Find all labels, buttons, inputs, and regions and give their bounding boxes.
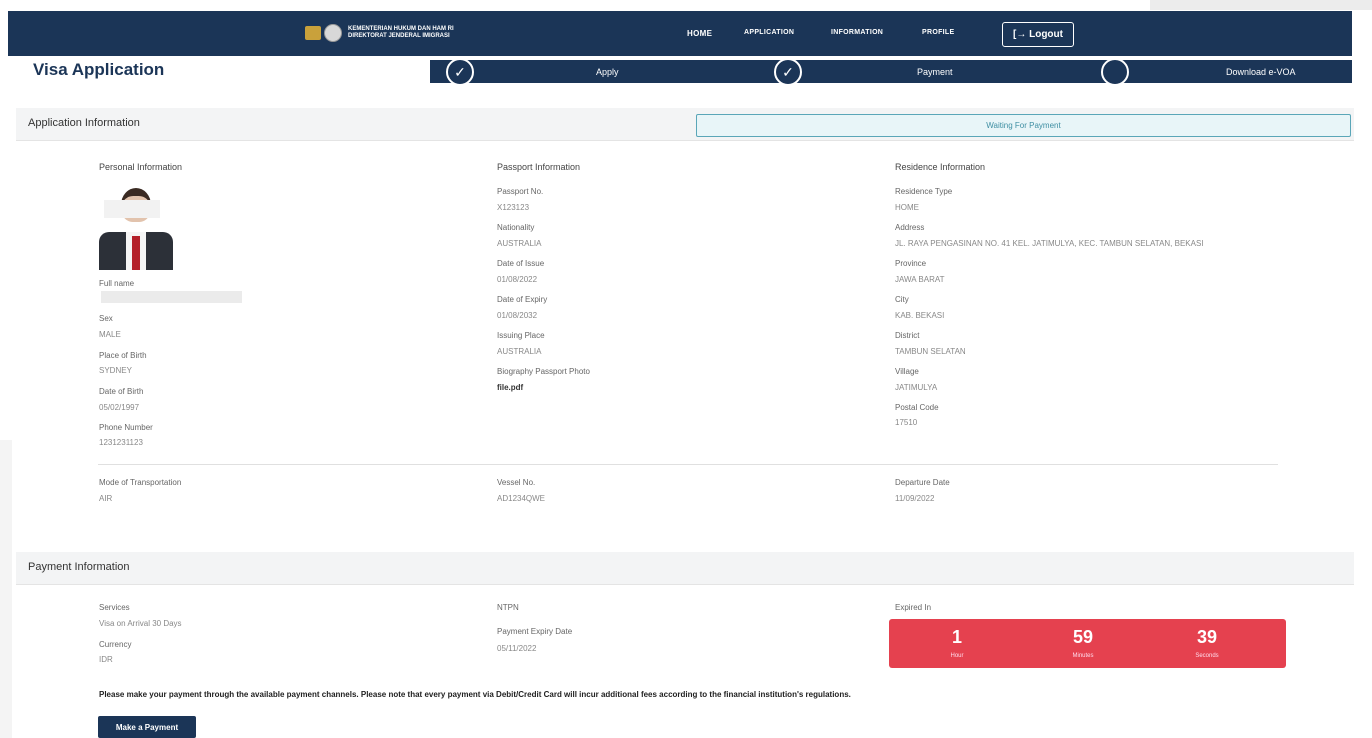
passport-no-value: X123123 [497,203,530,212]
transport-mode-label: Mode of Transportation [99,478,182,487]
step-payment-label: Payment [917,67,953,77]
expiry-date-value: 01/08/2032 [497,311,538,320]
timer-hours-unit: Hour [950,653,964,659]
nationality-label: Nationality [497,223,535,232]
payment-section-header: Payment Information [16,552,1354,585]
corner-box [1150,0,1372,10]
ministry-logo[interactable]: KEMENTERIAN HUKUM DAN HAM RI DIREKTORAT … [305,24,454,42]
garuda-emblem-icon [305,26,321,40]
residence-type-label: Residence Type [895,187,953,196]
applicant-photo [99,186,173,270]
nav-profile[interactable]: PROFILE [922,29,954,36]
residence-heading: Residence Information [895,162,986,172]
timer-hours: 1 [951,627,962,647]
village-value: JATIMULYA [895,383,938,392]
city-value: KAB. BEKASI [895,311,945,320]
countdown-timer: 1 Hour 59 Minutes 39 Seconds [889,619,1286,668]
issuing-place-value: AUSTRALIA [497,347,542,356]
transport-mode-value: AIR [99,494,113,503]
expiry-date-label: Date of Expiry [497,295,548,304]
full-name-label: Full name [99,279,135,288]
logout-button[interactable]: [→ Logout [1002,22,1074,47]
personal-heading: Personal Information [99,162,183,172]
issue-date-value: 01/08/2022 [497,275,538,284]
residence-type-value: HOME [895,203,919,212]
issuing-place-label: Issuing Place [497,331,545,340]
passport-photo-label: Biography Passport Photo [497,367,590,376]
sex-value: MALE [99,330,121,339]
timer-seconds: 39 [1196,627,1218,647]
province-value: JAWA BARAT [895,275,945,284]
currency-value: IDR [99,655,113,664]
passport-no-label: Passport No. [497,187,544,196]
section-divider [98,464,1278,465]
top-nav-bar [8,11,1352,56]
district-label: District [895,331,920,340]
postal-code-value: 17510 [895,418,918,427]
make-payment-button[interactable]: Make a Payment [98,716,196,738]
departure-date-label: Departure Date [895,478,950,487]
services-value: Visa on Arrival 30 Days [99,619,182,628]
city-label: City [895,295,909,304]
address-label: Address [895,223,925,232]
dob-value: 05/02/1997 [99,403,140,412]
sex-label: Sex [99,314,113,323]
step-apply-label: Apply [596,67,619,77]
org-name-line1: KEMENTERIAN HUKUM DAN HAM RI [348,26,454,32]
org-name-line2: DIREKTORAT JENDERAL IMIGRASI [348,33,450,39]
timer-seconds-unit: Seconds [1195,653,1219,659]
payment-note: Please make your payment through the ava… [99,690,851,699]
services-label: Services [99,603,130,612]
full-name-redacted [101,291,242,303]
nationality-value: AUSTRALIA [497,239,542,248]
payment-expiry-value: 05/11/2022 [497,644,537,653]
immigration-seal-icon [324,24,342,42]
step-payment-check-icon: ✓ [774,58,802,86]
step-download-label: Download e-VOA [1226,67,1296,77]
expired-in-label: Expired In [895,603,932,612]
application-section-title: Application Information [28,117,140,129]
payment-expiry-label: Payment Expiry Date [497,627,573,636]
step-apply-check-icon: ✓ [446,58,474,86]
pob-label: Place of Birth [99,351,147,360]
timer-minutes: 59 [1072,627,1094,647]
phone-value: 1231231123 [99,438,143,447]
status-badge: Waiting For Payment [696,114,1351,137]
passport-photo-file-link[interactable]: file.pdf [497,383,523,392]
vessel-no-value: AD1234QWE [497,494,546,503]
timer-minutes-unit: Minutes [1072,653,1094,659]
postal-code-label: Postal Code [895,403,939,412]
left-edge [0,440,12,738]
page-title: Visa Application [33,60,165,79]
district-value: TAMBUN SELATAN [895,347,966,356]
province-label: Province [895,259,927,268]
ntpn-label: NTPN [497,603,519,612]
departure-date-value: 11/09/2022 [895,494,935,503]
payment-section-title: Payment Information [28,561,130,573]
issue-date-label: Date of Issue [497,259,545,268]
vessel-no-label: Vessel No. [497,478,536,487]
pob-value: SYDNEY [99,366,132,375]
village-label: Village [895,367,919,376]
step-download-circle-icon [1101,58,1129,86]
passport-heading: Passport Information [497,162,581,172]
progress-stepper [430,60,1352,83]
nav-information[interactable]: INFORMATION [831,29,883,36]
address-value: JL. RAYA PENGASINAN NO. 41 KEL. JATIMULY… [895,239,1204,248]
phone-label: Phone Number [99,423,153,432]
currency-label: Currency [99,640,132,649]
logo-text: KEMENTERIAN HUKUM DAN HAM RI DIREKTORAT … [348,26,454,40]
nav-application[interactable]: APPLICATION [744,29,794,36]
nav-home[interactable]: HOME [687,29,712,38]
dob-label: Date of Birth [99,387,144,396]
